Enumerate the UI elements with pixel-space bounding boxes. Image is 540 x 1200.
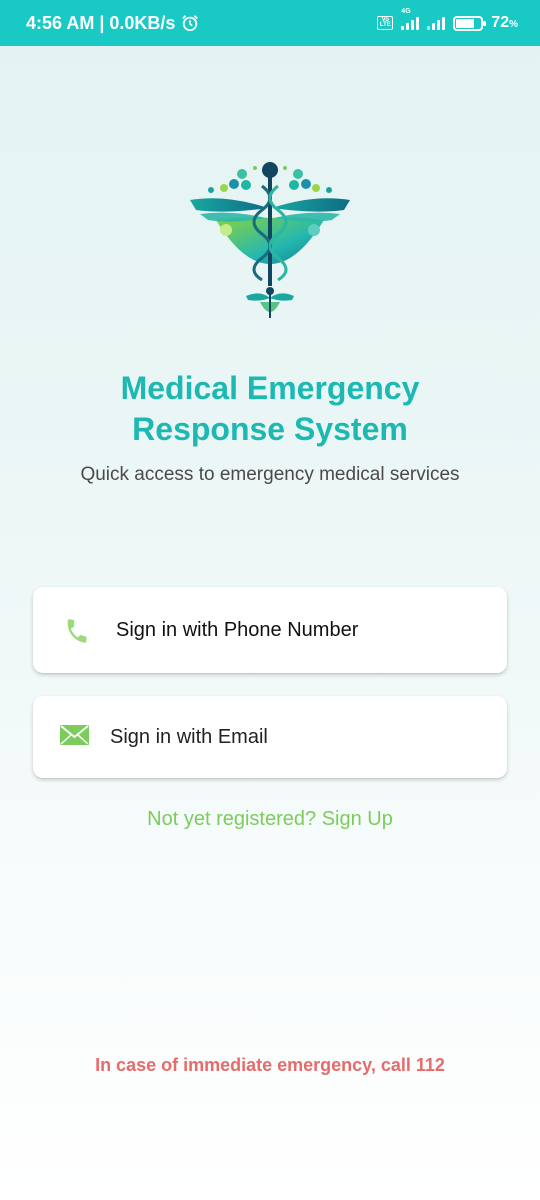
caduceus-logo <box>190 162 350 318</box>
battery-percent: 72% <box>491 14 518 31</box>
phone-signin-label: Sign in with Phone Number <box>116 619 359 641</box>
phone-signin-button[interactable]: Sign in with Phone Number <box>33 587 507 673</box>
signal-strength-icon-2 <box>427 16 446 30</box>
volte-icon: Vo LTE <box>377 16 394 30</box>
status-left: 4:56 AM | 0.0KB/s <box>26 13 199 34</box>
phone-icon <box>67 619 87 643</box>
signal-strength-icon: 4G <box>401 8 420 30</box>
network-type-label: 4G <box>401 8 411 15</box>
emergency-note: In case of immediate emergency, call 112 <box>95 1055 445 1075</box>
signup-link[interactable]: Not yet registered? Sign Up <box>0 808 540 831</box>
envelope-icon <box>60 725 89 745</box>
app-subtitle: Quick access to emergency medical servic… <box>80 464 460 485</box>
email-signin-label: Sign in with Email <box>110 726 268 748</box>
battery-icon <box>453 15 487 31</box>
app-title: Medical Emergency Response System <box>120 370 420 447</box>
alarm-clock-icon <box>182 15 199 32</box>
status-time: 4:56 AM | 0.0KB/s <box>26 12 176 33</box>
email-signin-button[interactable]: Sign in with Email <box>33 696 507 778</box>
status-right: Vo LTE 4G 72% <box>377 8 518 32</box>
status-bar: 4:56 AM | 0.0KB/s Vo LTE 4G 72% <box>0 0 540 46</box>
